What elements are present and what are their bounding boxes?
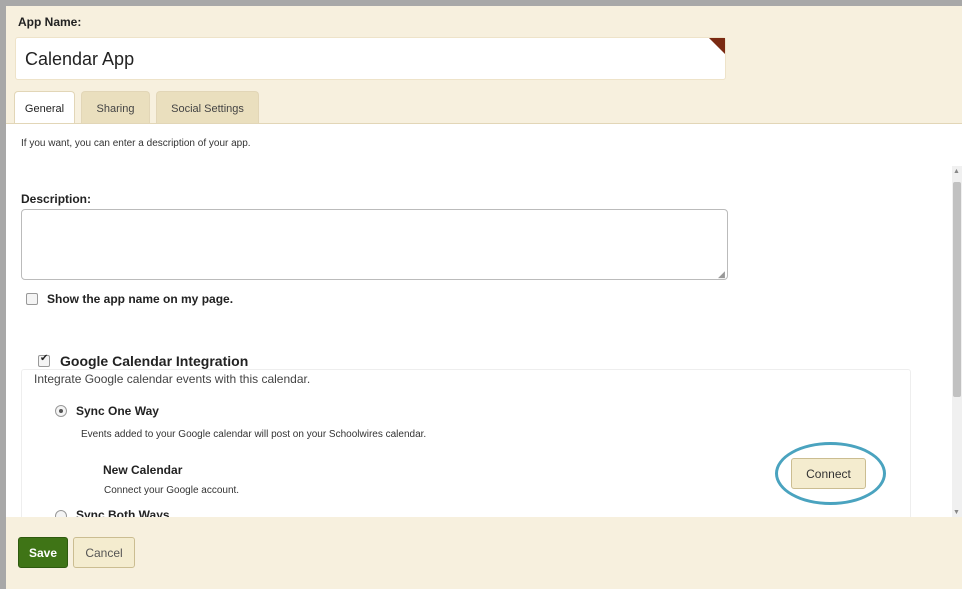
connect-button[interactable]: Connect <box>791 458 866 489</box>
tab-general[interactable]: General <box>14 91 75 124</box>
google-calendar-checkbox[interactable] <box>38 353 50 367</box>
show-app-name-label[interactable]: Show the app name on my page. <box>47 292 233 306</box>
intro-text: If you want, you can enter a description… <box>21 138 251 149</box>
google-calendar-title[interactable]: Google Calendar Integration <box>60 353 248 369</box>
tab-social-settings[interactable]: Social Settings <box>156 91 259 123</box>
app-header: App Name: Calendar App General Sharing S… <box>6 6 962 124</box>
scroll-up-arrow-icon[interactable]: ▲ <box>953 168 960 175</box>
app-settings-dialog: App Name: Calendar App General Sharing S… <box>0 0 962 589</box>
scroll-thumb[interactable] <box>953 182 961 397</box>
new-calendar-title: New Calendar <box>103 463 183 477</box>
save-button[interactable]: Save <box>18 537 68 568</box>
show-app-name-checkbox[interactable] <box>26 293 38 305</box>
sync-one-way-label[interactable]: Sync One Way <box>76 404 159 418</box>
resize-grip-icon[interactable]: ◢ <box>718 269 725 280</box>
new-calendar-description: Connect your Google account. <box>104 485 240 496</box>
app-name-value: Calendar App <box>25 49 135 69</box>
tab-sharing[interactable]: Sharing <box>81 91 150 123</box>
sync-one-way-radio[interactable] <box>55 405 67 417</box>
google-calendar-description: Integrate Google calendar events with th… <box>34 372 311 386</box>
corner-flag-icon <box>709 38 725 54</box>
panel-scrollbar[interactable]: ▲ ▼ <box>952 166 962 517</box>
app-name-input[interactable]: Calendar App <box>15 37 726 80</box>
sync-both-ways-radio[interactable] <box>55 510 67 517</box>
sync-both-ways-label[interactable]: Sync Both Ways <box>76 508 170 517</box>
description-label: Description: <box>21 192 92 206</box>
dialog-footer: Save Cancel <box>6 517 962 589</box>
description-textarea[interactable] <box>21 209 728 280</box>
general-tab-panel: If you want, you can enter a description… <box>6 123 962 517</box>
app-name-label: App Name: <box>18 15 82 29</box>
cancel-button[interactable]: Cancel <box>73 537 135 568</box>
sync-one-way-description: Events added to your Google calendar wil… <box>81 429 427 440</box>
scroll-down-arrow-icon[interactable]: ▼ <box>953 509 960 516</box>
